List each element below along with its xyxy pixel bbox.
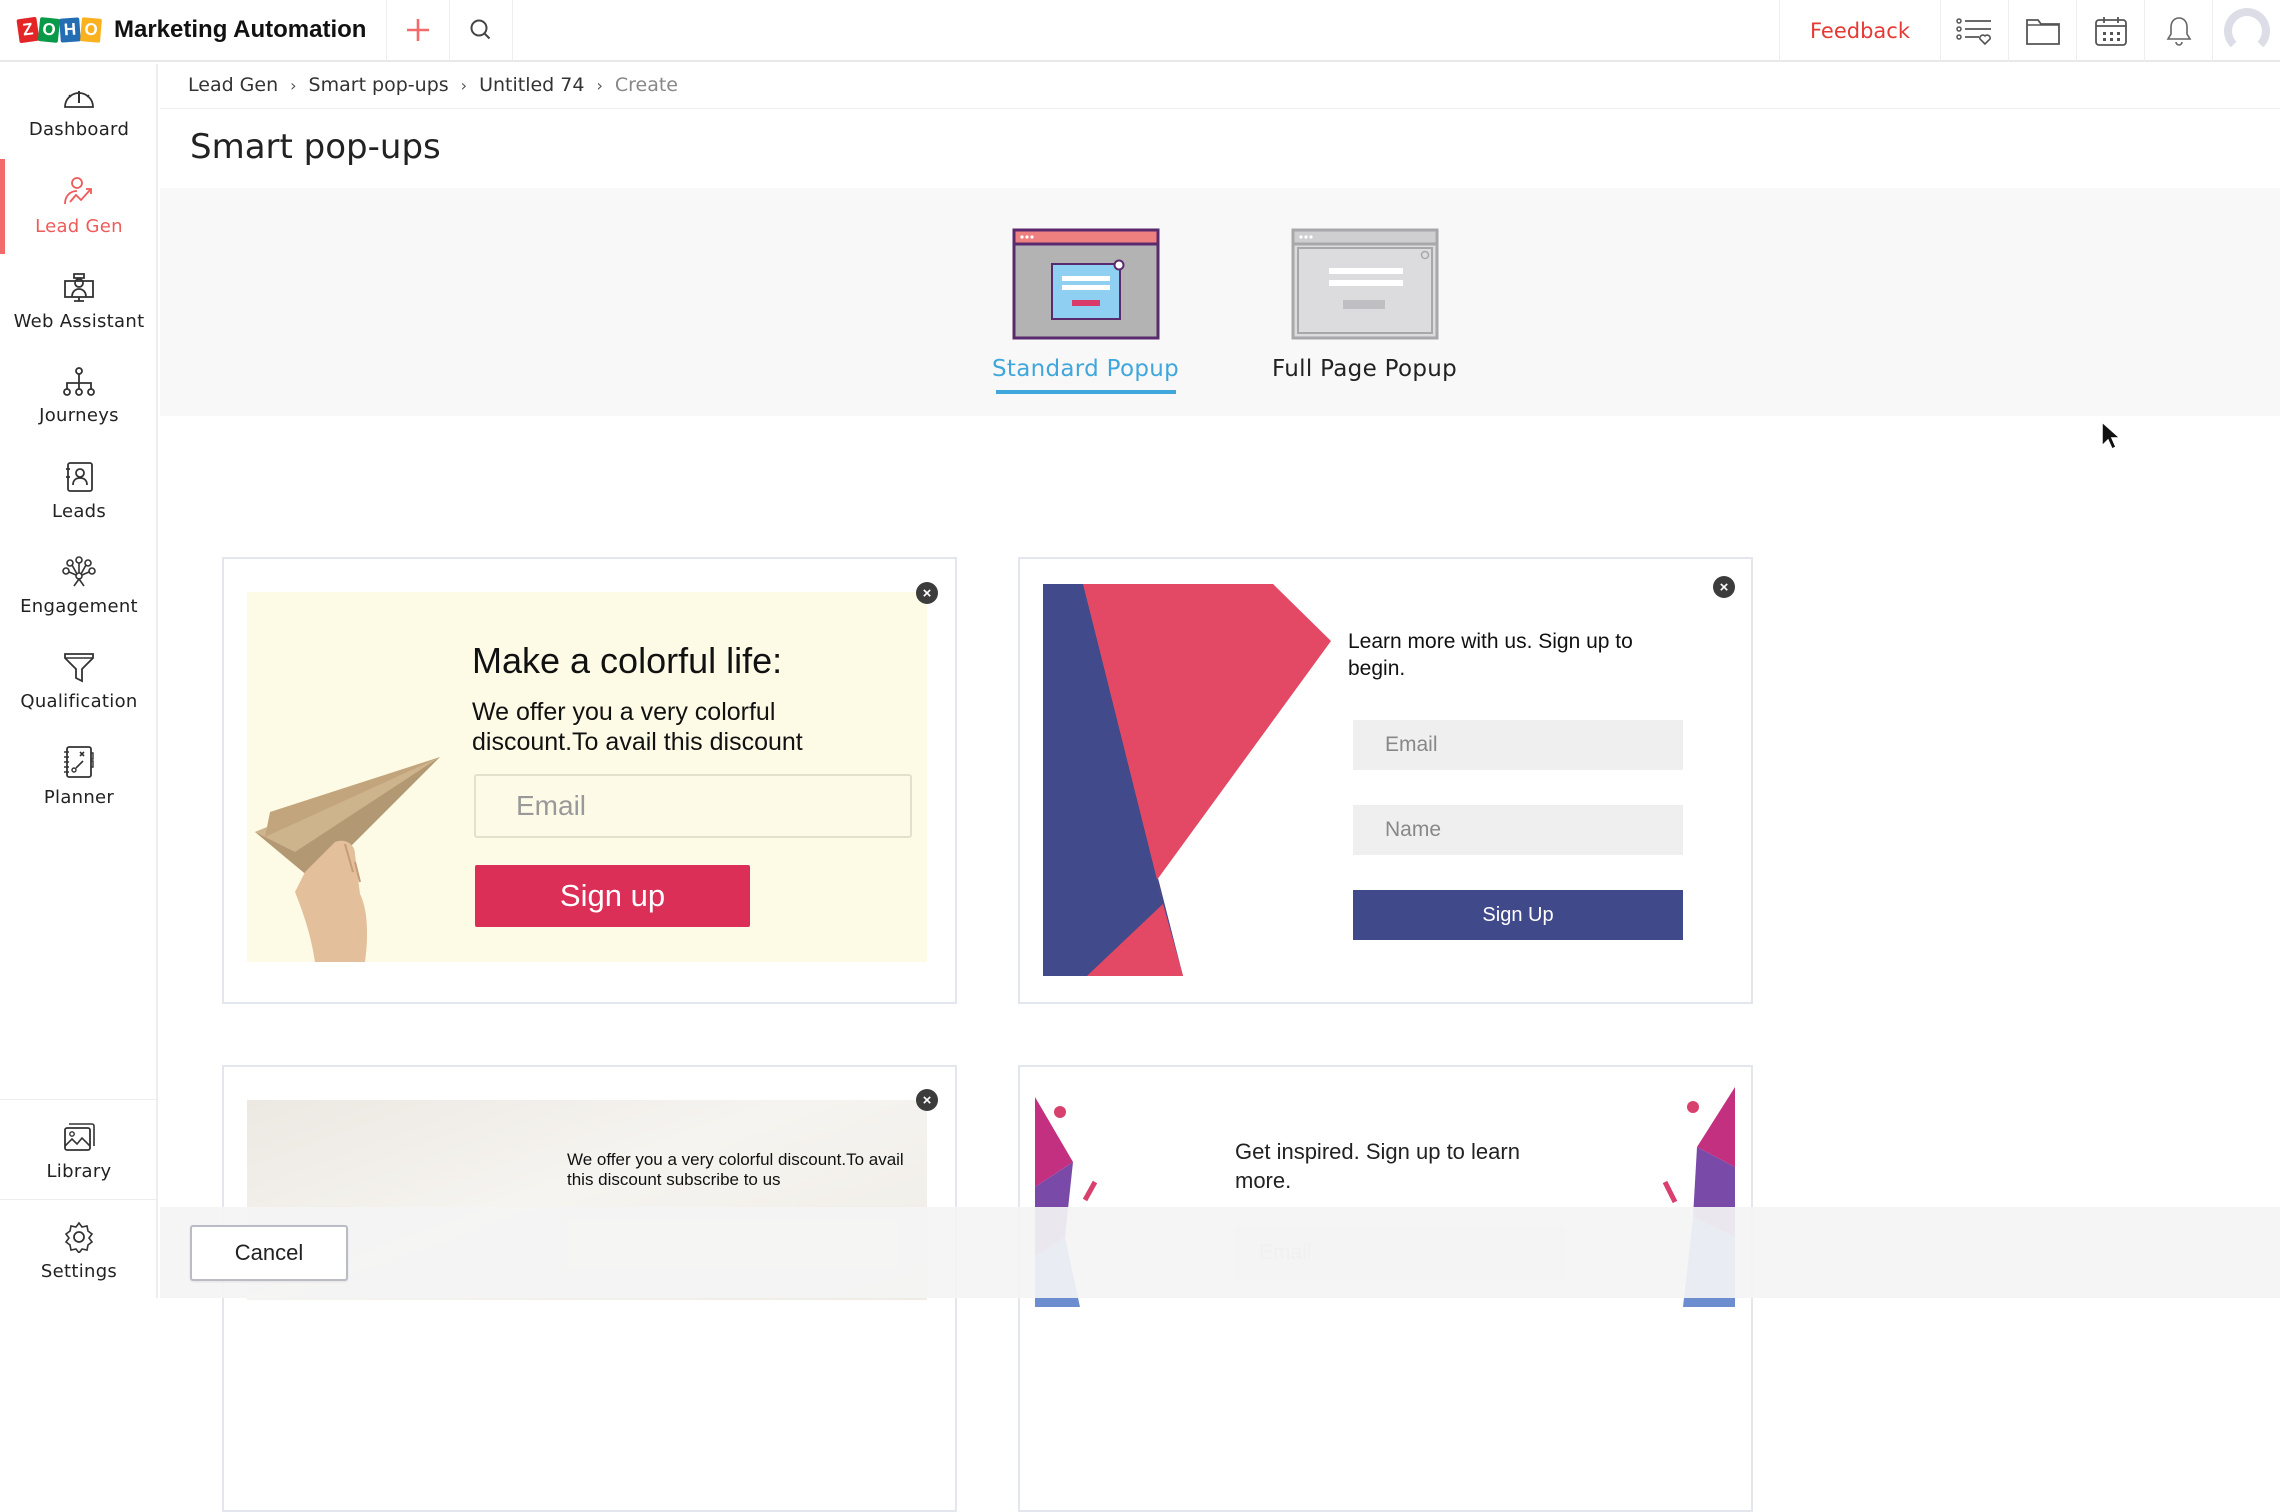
- popup-type-label: Standard Popup: [992, 356, 1180, 382]
- sidebar-item-label: Library: [46, 1161, 112, 1182]
- template-title: Learn more with us. Sign up to begin.: [1348, 630, 1633, 680]
- breadcrumb: Lead Gen › Smart pop-ups › Untitled 74 ›…: [188, 70, 678, 100]
- plus-icon: [407, 19, 430, 41]
- divider: [0, 1099, 156, 1100]
- planner-icon: [64, 746, 94, 778]
- template-title: Make a colorful life:: [472, 640, 783, 681]
- gear-icon: [64, 1221, 94, 1253]
- full-page-popup-icon: [1291, 228, 1439, 340]
- breadcrumb-lead-gen[interactable]: Lead Gen: [188, 74, 278, 96]
- sidebar-item-label: Planner: [43, 787, 115, 808]
- lead-gen-icon: [64, 177, 92, 205]
- web-assistant-icon: [64, 273, 94, 302]
- sidebar-item-settings[interactable]: Settings: [0, 1204, 158, 1299]
- mouse-cursor-icon: [2101, 420, 2122, 451]
- sidebar-item-label: Leads: [51, 501, 107, 522]
- profile-button[interactable]: [2212, 0, 2280, 62]
- app-title: Marketing Automation: [114, 16, 367, 43]
- popup-type-selector: Standard Popup Full Page Popup: [160, 188, 2280, 416]
- sidebar-item-journeys[interactable]: Journeys: [0, 349, 158, 444]
- template-preview: Make a colorful life: We offer you a ver…: [247, 592, 927, 962]
- zoho-logo[interactable]: Z O H O: [16, 16, 103, 44]
- template-card-colorful-life[interactable]: Make a colorful life: We offer you a ver…: [222, 557, 957, 1004]
- search-icon: [470, 19, 491, 40]
- sidebar-item-label: Lead Gen: [35, 216, 123, 237]
- sidebar-item-label: Journeys: [39, 405, 119, 426]
- footer-bar: Cancel: [160, 1207, 2280, 1298]
- funnel-icon: [64, 653, 94, 683]
- chevron-right-icon: ›: [460, 75, 468, 95]
- signup-button-preview: Sign Up: [1353, 890, 1683, 940]
- template-card-learn-more[interactable]: Learn more with us. Sign up to begin. Em…: [1018, 557, 1753, 1004]
- template-description: We offer you a very colorful discount.To…: [472, 698, 803, 756]
- standard-popup-icon: [1012, 228, 1160, 340]
- feedback-link[interactable]: Feedback: [1778, 0, 1940, 62]
- divider: [160, 108, 2280, 109]
- divider: [0, 1199, 156, 1200]
- top-bar: Z O H O Marketing Automation Feedback: [0, 0, 2280, 62]
- breadcrumb-smart-popups[interactable]: Smart pop-ups: [309, 74, 449, 96]
- sidebar-item-label: Settings: [40, 1261, 118, 1282]
- add-button[interactable]: [387, 0, 449, 61]
- calendar-button[interactable]: [2076, 0, 2144, 62]
- logo-letter: O: [79, 17, 103, 43]
- sidebar-item-label: Web Assistant: [13, 311, 145, 332]
- search-button[interactable]: [450, 0, 512, 61]
- selected-indicator: [995, 390, 1176, 394]
- logo-letter: O: [37, 17, 61, 43]
- paper-plane-hand-image: [255, 757, 440, 962]
- sidebar-item-web-assistant[interactable]: Web Assistant: [0, 254, 158, 349]
- name-field-preview: Name: [1353, 805, 1683, 855]
- sidebar-item-qualification[interactable]: Qualification: [0, 634, 158, 729]
- close-icon: ×: [1713, 576, 1735, 598]
- calendar-icon: [2094, 17, 2127, 46]
- signup-button-preview: Sign up: [475, 865, 750, 927]
- email-field-preview: Email: [474, 774, 912, 838]
- popup-type-label: Full Page Popup: [1272, 356, 1458, 382]
- sidebar-item-dashboard[interactable]: Dashboard: [0, 64, 158, 159]
- template-preview: Learn more with us. Sign up to begin. Em…: [1043, 584, 1733, 976]
- logo-letter: Z: [16, 16, 40, 44]
- close-icon: ×: [916, 1089, 938, 1111]
- breadcrumb-current: Create: [614, 74, 678, 96]
- sidebar: Dashboard Lead Gen Web Assistant Journey…: [0, 64, 158, 1298]
- engagement-icon: [62, 556, 96, 587]
- sidebar-item-library[interactable]: Library: [0, 1104, 158, 1199]
- library-icon: [64, 1123, 95, 1151]
- geometric-shapes-image: [1043, 584, 1331, 976]
- template-description: We offer you a very colorful discount.To…: [567, 1150, 904, 1189]
- sidebar-item-label: Engagement: [20, 596, 138, 617]
- dashboard-icon: [64, 91, 94, 108]
- favorites-list-icon: [1955, 18, 1991, 46]
- bell-icon: [2166, 17, 2191, 46]
- email-field-preview: Email: [1353, 720, 1683, 770]
- page-title: Smart pop-ups: [190, 127, 441, 167]
- template-description: Get inspired. Sign up to learn more.: [1235, 1139, 1520, 1193]
- leads-icon: [66, 462, 93, 492]
- sidebar-item-planner[interactable]: Planner: [0, 729, 158, 824]
- chevron-right-icon: ›: [596, 75, 603, 95]
- folder-button[interactable]: [2008, 0, 2076, 62]
- logo-letter: H: [59, 17, 81, 43]
- journeys-icon: [63, 367, 95, 396]
- sidebar-item-label: Qualification: [20, 691, 138, 712]
- folder-icon: [2025, 19, 2060, 45]
- header-tools: Feedback: [1778, 0, 2280, 62]
- divider: [512, 0, 514, 61]
- cancel-button[interactable]: Cancel: [190, 1225, 348, 1281]
- sidebar-item-leads[interactable]: Leads: [0, 444, 158, 539]
- sidebar-item-engagement[interactable]: Engagement: [0, 539, 158, 634]
- sidebar-item-lead-gen[interactable]: Lead Gen: [0, 159, 158, 254]
- avatar: [2223, 8, 2270, 54]
- sidebar-item-label: Dashboard: [28, 119, 130, 140]
- notifications-button[interactable]: [2144, 0, 2212, 62]
- popup-type-full-page[interactable]: Full Page Popup: [1272, 228, 1457, 382]
- chevron-right-icon: ›: [290, 75, 297, 95]
- popup-type-standard[interactable]: Standard Popup: [992, 228, 1179, 394]
- favorites-button[interactable]: [1940, 0, 2008, 62]
- breadcrumb-untitled[interactable]: Untitled 74: [479, 74, 584, 96]
- close-icon: ×: [916, 582, 938, 604]
